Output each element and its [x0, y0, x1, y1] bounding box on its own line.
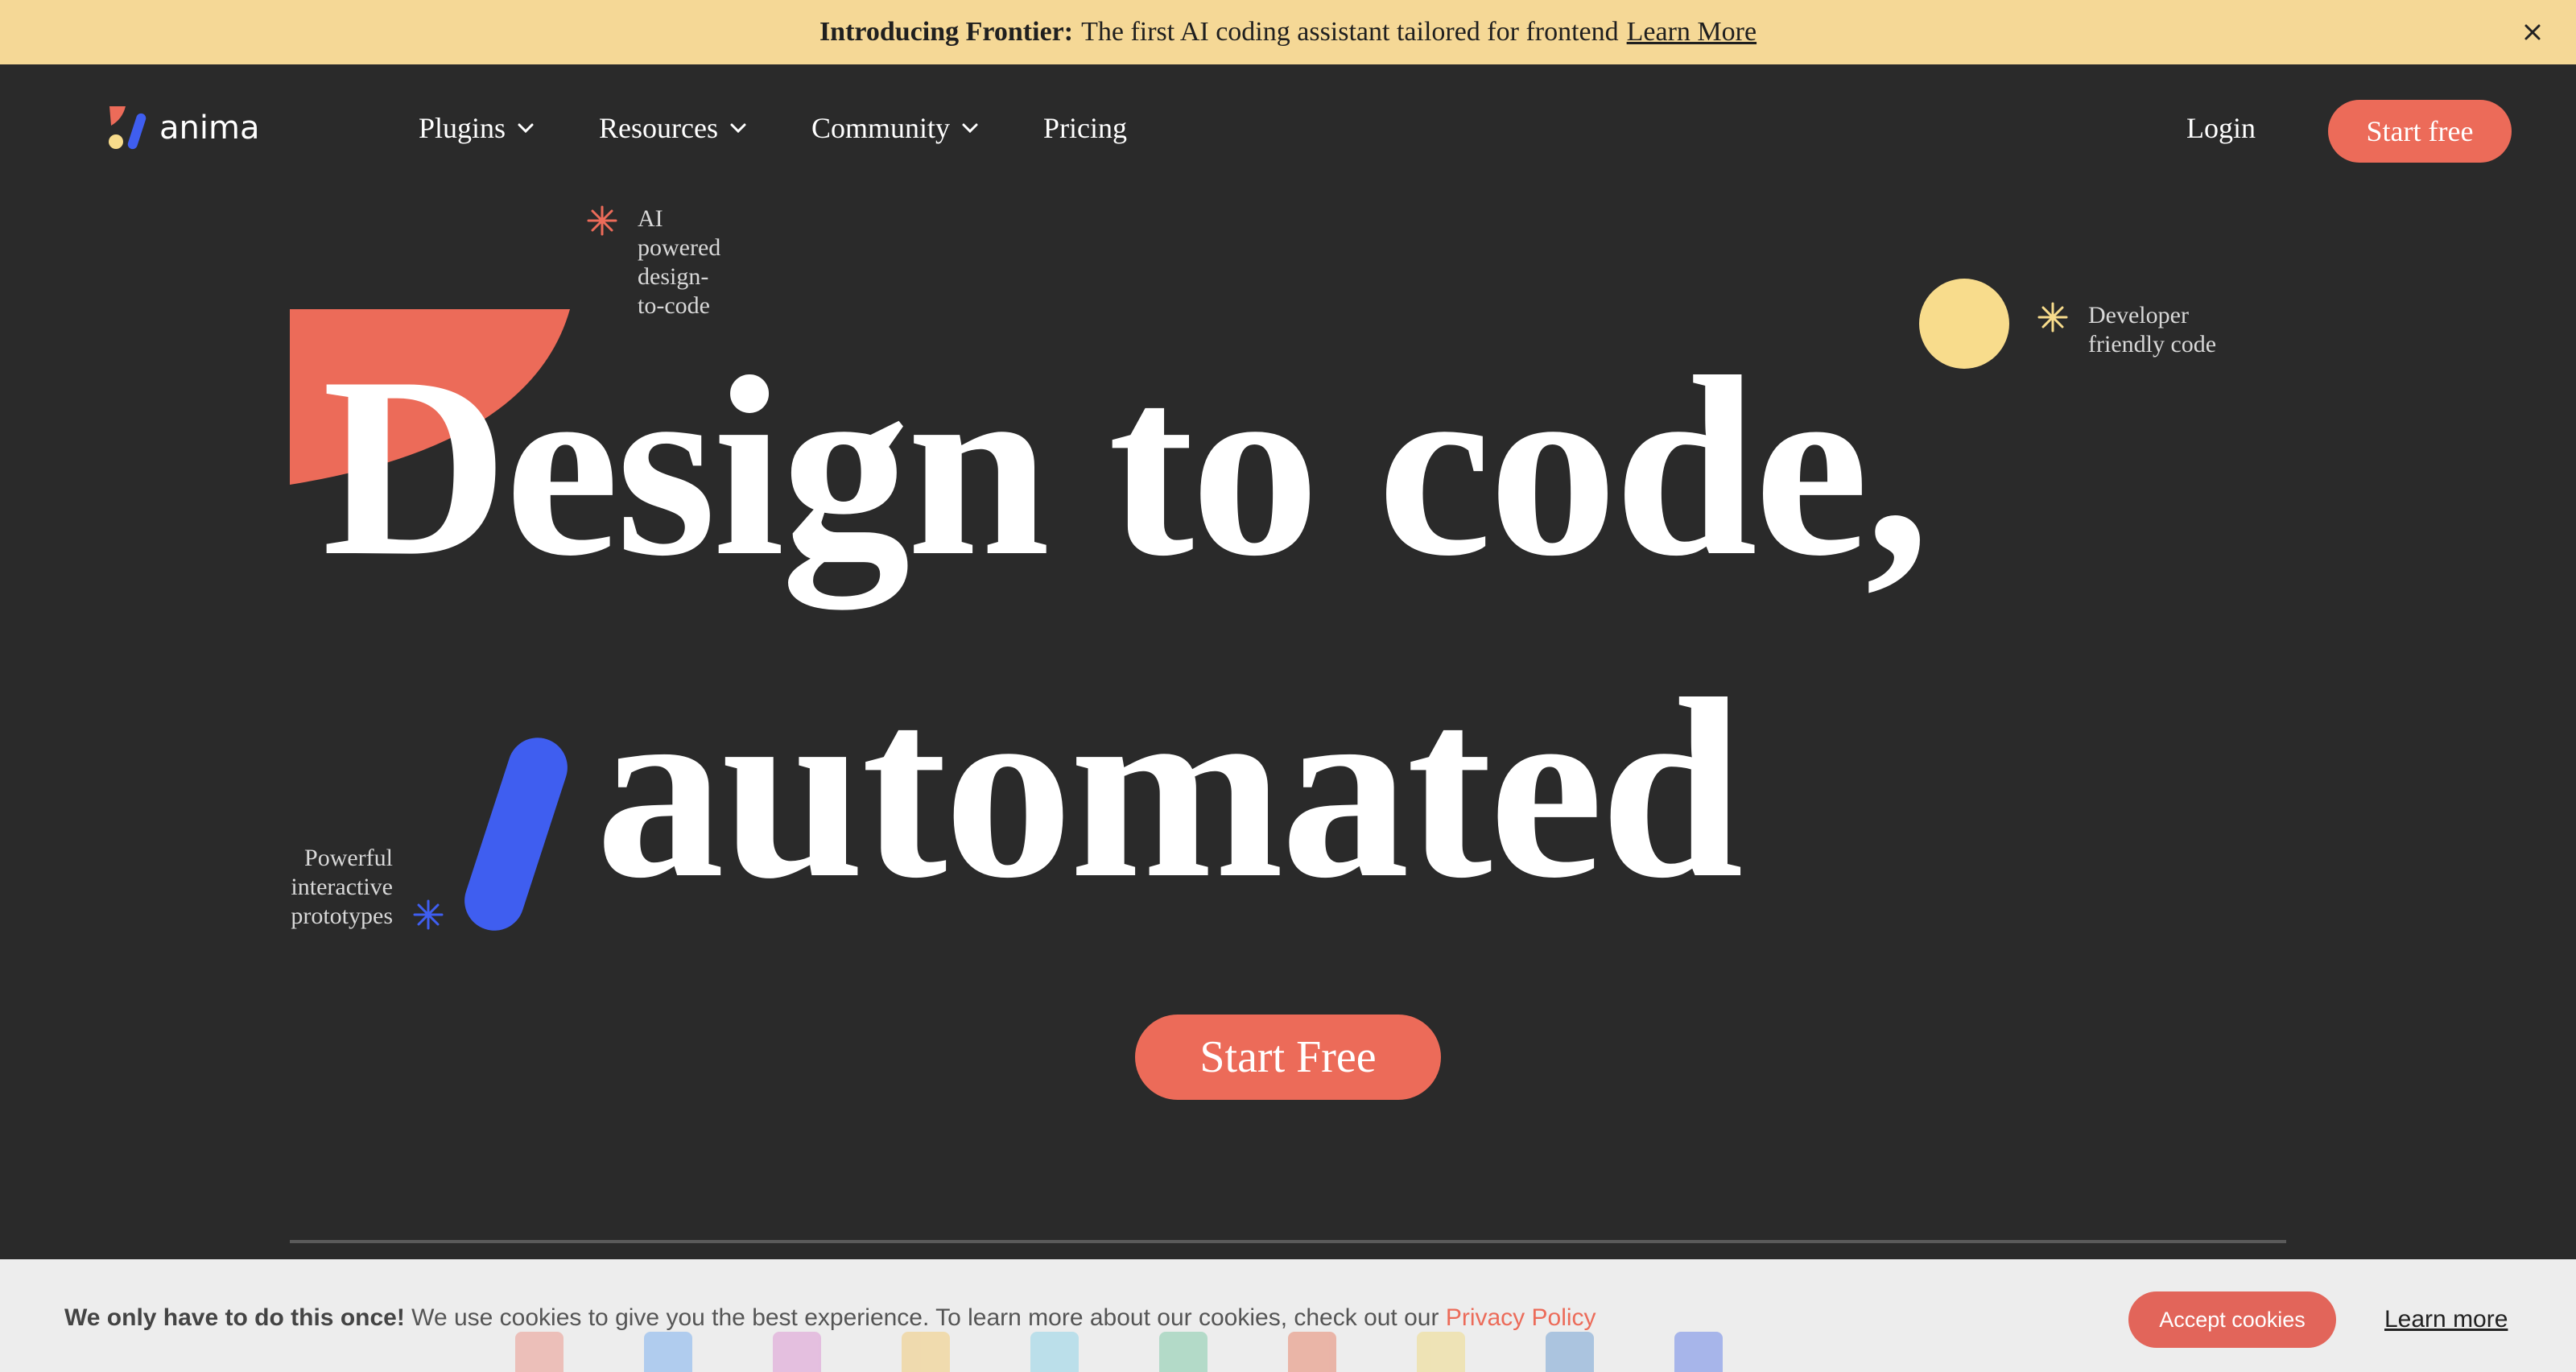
cookie-body: We use cookies to give you the best expe… [411, 1304, 1439, 1331]
top-nav: anima Plugins Resources Community Pricin… [0, 64, 2576, 201]
menu-pricing-label: Pricing [1043, 112, 1128, 144]
close-icon[interactable] [2518, 18, 2547, 47]
tag-dev-line: friendly code [2088, 331, 2217, 357]
tag-ai-powered: AI powered design- to-code [638, 205, 720, 320]
announcement-bar: Introducing Frontier: The first AI codin… [0, 0, 2576, 64]
main-menu: Plugins Resources Community Pricing [419, 111, 1190, 145]
announcement-text: The first AI coding assistant tailored f… [1081, 17, 1619, 47]
accept-cookies-button[interactable]: Accept cookies [2128, 1291, 2336, 1348]
tag-ai-line: powered [638, 234, 721, 261]
menu-community[interactable]: Community [811, 111, 980, 145]
figma-icon [515, 1332, 564, 1372]
menu-pricing[interactable]: Pricing [1043, 111, 1127, 145]
start-free-cta-button[interactable]: Start Free [1135, 1015, 1441, 1100]
tag-ai-line: to-code [638, 292, 710, 319]
blue-pill [456, 729, 576, 939]
xd-icon [773, 1332, 821, 1372]
css-icon [1674, 1332, 1723, 1372]
tag-proto-line: interactive [291, 874, 393, 900]
asterisk-icon [587, 205, 617, 236]
hero-title-line2: automated [596, 647, 1744, 932]
menu-plugins-label: Plugins [419, 112, 506, 144]
html-icon [1288, 1332, 1336, 1372]
anima-logo[interactable]: anima [108, 105, 259, 151]
login-link[interactable]: Login [2186, 111, 2256, 145]
privacy-policy-link[interactable]: Privacy Policy [1446, 1304, 1596, 1331]
learn-more-link[interactable]: Learn more [2384, 1306, 2508, 1333]
js-icon [1417, 1332, 1465, 1372]
tag-proto-line: Powerful [304, 845, 393, 871]
tag-dev-line: Developer [2088, 302, 2189, 329]
ts-icon [1546, 1332, 1594, 1372]
chevron-down-icon [518, 123, 534, 134]
tag-ai-line: design- [638, 263, 709, 290]
menu-plugins[interactable]: Plugins [419, 111, 536, 145]
announcement-bold: Introducing Frontier: [819, 17, 1074, 47]
hero-title-line1: Design to code, [322, 324, 1930, 610]
chevron-down-icon [962, 123, 978, 134]
react-icon [1030, 1332, 1079, 1372]
menu-resources[interactable]: Resources [599, 111, 749, 145]
asterisk-icon [413, 899, 444, 930]
tag-proto-line: prototypes [291, 903, 393, 929]
start-free-button[interactable]: Start free [2328, 100, 2512, 163]
cookie-message: We only have to do this once! We use coo… [64, 1304, 1596, 1332]
tag-ai-line: AI [638, 205, 663, 232]
asterisk-icon [2037, 302, 2068, 333]
chevron-down-icon [730, 123, 746, 134]
menu-community-label: Community [811, 112, 951, 144]
logo-text: anima [159, 110, 260, 147]
vue-icon [1159, 1332, 1208, 1372]
vscode-icon [644, 1332, 692, 1372]
yellow-circle [1919, 279, 2009, 369]
announcement-learn-more-link[interactable]: Learn More [1627, 17, 1757, 48]
tech-logos-strip [515, 1332, 1803, 1372]
section-divider [290, 1240, 2286, 1243]
tag-prototypes: Powerful interactive prototypes [242, 844, 393, 931]
cookie-banner: We only have to do this once! We use coo… [0, 1259, 2576, 1372]
tag-developer-friendly: Developer friendly code [2088, 301, 2216, 359]
cookie-bold: We only have to do this once! [64, 1304, 405, 1331]
menu-resources-label: Resources [599, 112, 719, 144]
anima-logo-icon [109, 106, 147, 150]
sketch-icon [902, 1332, 950, 1372]
